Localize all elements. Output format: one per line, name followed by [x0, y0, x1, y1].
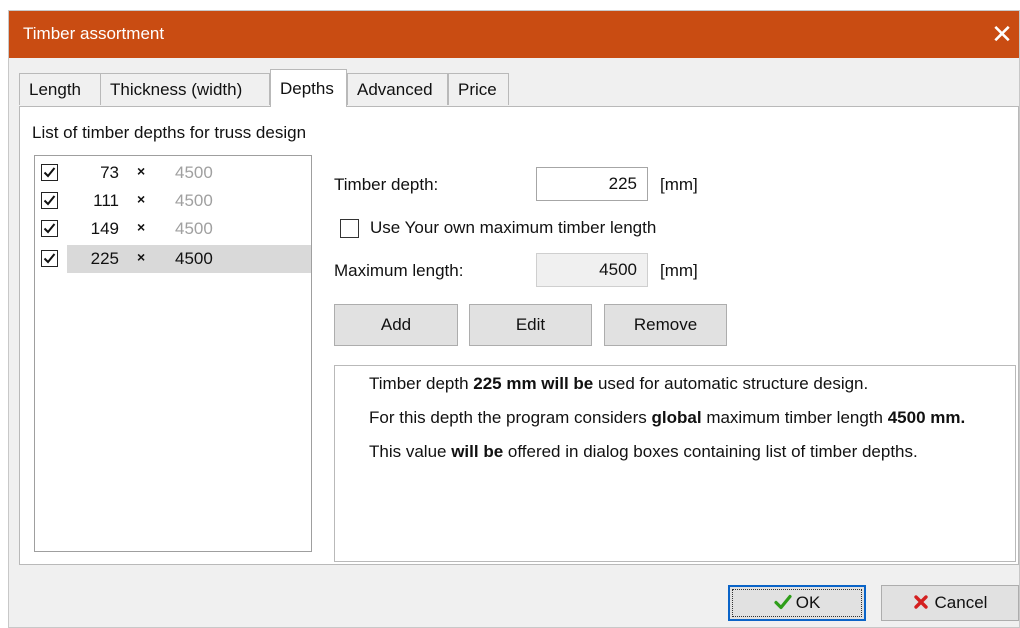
row-length: 4500	[175, 191, 213, 210]
focus-ring	[732, 589, 862, 617]
depth-list[interactable]: 73 × 4500 111 × 4500 149 × 4500 225 × 45…	[34, 155, 312, 552]
list-item-selected[interactable]: 225 × 4500	[35, 245, 311, 273]
row-length: 4500	[175, 163, 213, 182]
info-box: Timber depth 225 mm will be used for aut…	[334, 365, 1016, 562]
row-depth: 73	[100, 163, 119, 182]
remove-button[interactable]: Remove	[604, 304, 727, 346]
close-icon[interactable]: ✕	[987, 19, 1017, 49]
row-sep: ×	[137, 249, 146, 265]
max-length-input: 4500	[536, 253, 648, 287]
max-length-unit: [mm]	[660, 261, 698, 280]
info-line-1: Timber depth 225 mm will be used for aut…	[369, 374, 869, 393]
checkmark-icon	[43, 223, 56, 234]
edit-button[interactable]: Edit	[469, 304, 592, 346]
tab-thickness[interactable]: Thickness (width)	[100, 73, 270, 105]
tab-depths[interactable]: Depths	[270, 69, 347, 107]
row-length: 4500	[175, 219, 213, 238]
row-depth: 111	[93, 191, 119, 210]
list-item[interactable]: 111 × 4500	[35, 187, 311, 215]
row-sep: ×	[137, 219, 146, 235]
row-checkbox[interactable]	[41, 192, 58, 209]
info-line-3: This value will be offered in dialog box…	[369, 442, 918, 461]
depths-panel: List of timber depths for truss design 7…	[19, 106, 1019, 565]
cancel-label: Cancel	[934, 593, 988, 612]
add-button[interactable]: Add	[334, 304, 458, 346]
list-item[interactable]: 73 × 4500	[35, 159, 311, 187]
list-item[interactable]: 149 × 4500	[35, 215, 311, 243]
x-icon	[913, 595, 928, 609]
checkmark-icon	[43, 167, 56, 178]
window-title: Timber assortment	[23, 24, 165, 43]
own-max-length-checkbox[interactable]	[340, 219, 359, 238]
checkmark-icon	[43, 253, 56, 264]
tab-advanced[interactable]: Advanced	[347, 73, 448, 105]
row-checkbox[interactable]	[41, 220, 58, 237]
own-max-length-label[interactable]: Use Your own maximum timber length	[370, 218, 656, 238]
max-length-label: Maximum length:	[334, 261, 464, 280]
row-depth: 149	[90, 219, 119, 238]
info-line-2: For this depth the program considers glo…	[369, 408, 966, 427]
row-checkbox[interactable]	[41, 164, 58, 181]
title-bar: Timber assortment ✕	[9, 11, 1019, 58]
row-sep: ×	[137, 163, 146, 179]
timber-depth-label: Timber depth:	[334, 175, 439, 194]
checkmark-icon	[43, 195, 56, 206]
row-depth: 225	[90, 249, 119, 268]
list-label: List of timber depths for truss design	[32, 123, 307, 142]
timber-depth-unit: [mm]	[660, 175, 698, 194]
tab-price[interactable]: Price	[448, 73, 509, 105]
timber-assortment-dialog: Timber assortment ✕ Length Thickness (wi…	[8, 10, 1020, 628]
timber-depth-input[interactable]: 225	[536, 167, 648, 201]
row-checkbox[interactable]	[41, 250, 58, 267]
row-sep: ×	[137, 191, 146, 207]
tab-length[interactable]: Length	[19, 73, 101, 105]
row-length: 4500	[175, 249, 213, 268]
ok-button[interactable]: OK	[728, 585, 866, 621]
cancel-button[interactable]: Cancel	[881, 585, 1019, 621]
